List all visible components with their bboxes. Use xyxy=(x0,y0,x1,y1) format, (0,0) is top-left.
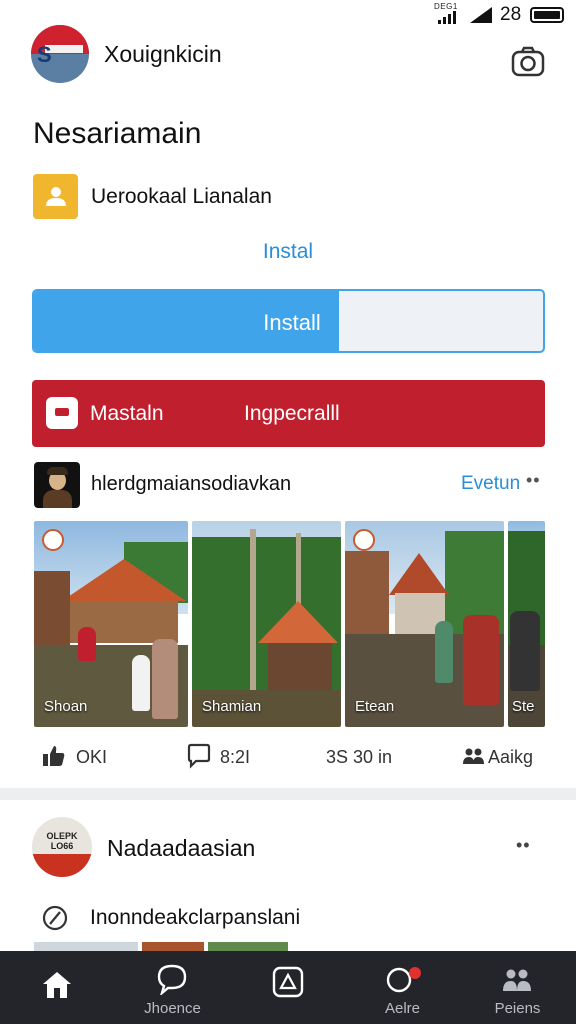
notification-badge xyxy=(409,967,421,979)
post2-text: Inonndeakclarpanslani xyxy=(90,906,301,929)
user-icon xyxy=(33,174,78,219)
nav-label: Peiens xyxy=(494,1000,541,1017)
post-action-row: OKI 8:2I 3S 30 in Aaikg xyxy=(0,740,576,774)
share-count: 3S 30 in xyxy=(326,747,393,767)
post2-author-avatar[interactable]: OLEPK LO66 xyxy=(32,817,92,877)
nav-people[interactable]: Peiens xyxy=(460,951,575,1024)
photo-caption: Shamian xyxy=(202,698,262,715)
nav-label: Jhoence xyxy=(144,1000,201,1017)
people-icon xyxy=(503,969,531,991)
photo-item[interactable]: Ste xyxy=(508,521,545,727)
banner-left-label: Mastaln xyxy=(90,402,164,425)
post-author-name[interactable]: hlerdgmaiansodiavkan xyxy=(91,473,291,496)
photo-caption: Ste xyxy=(512,698,535,715)
install-button[interactable]: Install xyxy=(32,289,545,353)
like-count: OKI xyxy=(76,747,108,767)
comment-button[interactable]: 8:2I xyxy=(186,740,276,774)
slash-circle-icon xyxy=(42,905,68,931)
banner-right-label: Ingpecralll xyxy=(244,402,340,425)
more-options-icon[interactable]: •• xyxy=(526,470,541,491)
app-logo[interactable]: S xyxy=(31,25,89,83)
more-options-icon[interactable]: •• xyxy=(516,835,531,856)
account-row[interactable]: Uerookaal Lianalan xyxy=(33,174,533,220)
photo-item[interactable]: Shamian xyxy=(192,521,341,727)
signal-icon xyxy=(438,11,456,24)
install-label: Install xyxy=(263,310,321,335)
nav-label: Aelre xyxy=(384,1000,421,1017)
people-button[interactable]: Aaikg xyxy=(462,740,552,774)
banner-icon xyxy=(46,397,78,429)
bottom-nav: Jhoence Aelre Peiens xyxy=(0,951,576,1024)
status-time: 28 xyxy=(500,4,522,25)
photo-item[interactable]: Shoan xyxy=(34,521,188,727)
camera-icon[interactable] xyxy=(510,44,546,80)
promo-banner[interactable]: Mastaln Ingpecralll xyxy=(32,380,545,447)
compass-icon xyxy=(272,966,304,998)
avatar-text: OLEPK LO66 xyxy=(46,831,78,851)
page-title: Nesariamain xyxy=(33,117,202,150)
post2-author-name[interactable]: Nadaadaasian xyxy=(107,835,255,862)
thumbs-up-icon xyxy=(43,746,65,766)
like-button[interactable]: OKI xyxy=(42,740,122,774)
battery-icon xyxy=(530,7,564,23)
nav-home[interactable] xyxy=(0,951,115,1024)
chat-icon xyxy=(157,964,187,995)
location-pin-icon xyxy=(353,529,375,551)
feed-divider xyxy=(0,788,576,800)
install-link[interactable]: Instal xyxy=(0,240,576,264)
share-button[interactable]: 3S 30 in xyxy=(326,740,426,774)
post-author-avatar[interactable] xyxy=(34,462,80,508)
photo-caption: Etean xyxy=(355,698,395,715)
nav-chat[interactable]: Jhoence xyxy=(115,951,230,1024)
nav-notifications[interactable]: Aelre xyxy=(345,951,460,1024)
people-count: Aaikg xyxy=(488,747,534,767)
comment-count: 8:2I xyxy=(220,747,251,767)
photo-carousel[interactable]: Shoan Shamian Etean Ste xyxy=(34,521,545,727)
photo-item[interactable]: Etean xyxy=(345,521,504,727)
photo-caption: Shoan xyxy=(44,698,88,715)
location-pin-icon xyxy=(42,529,64,551)
wifi-icon xyxy=(470,7,492,23)
follow-button[interactable]: Evetun xyxy=(461,473,520,495)
comment-icon xyxy=(187,743,211,769)
home-icon xyxy=(43,972,71,998)
app-name: Xouignkicin xyxy=(104,41,222,67)
account-label: Uerookaal Lianalan xyxy=(91,185,272,208)
people-icon xyxy=(463,748,484,764)
nav-explore[interactable] xyxy=(230,951,345,1024)
